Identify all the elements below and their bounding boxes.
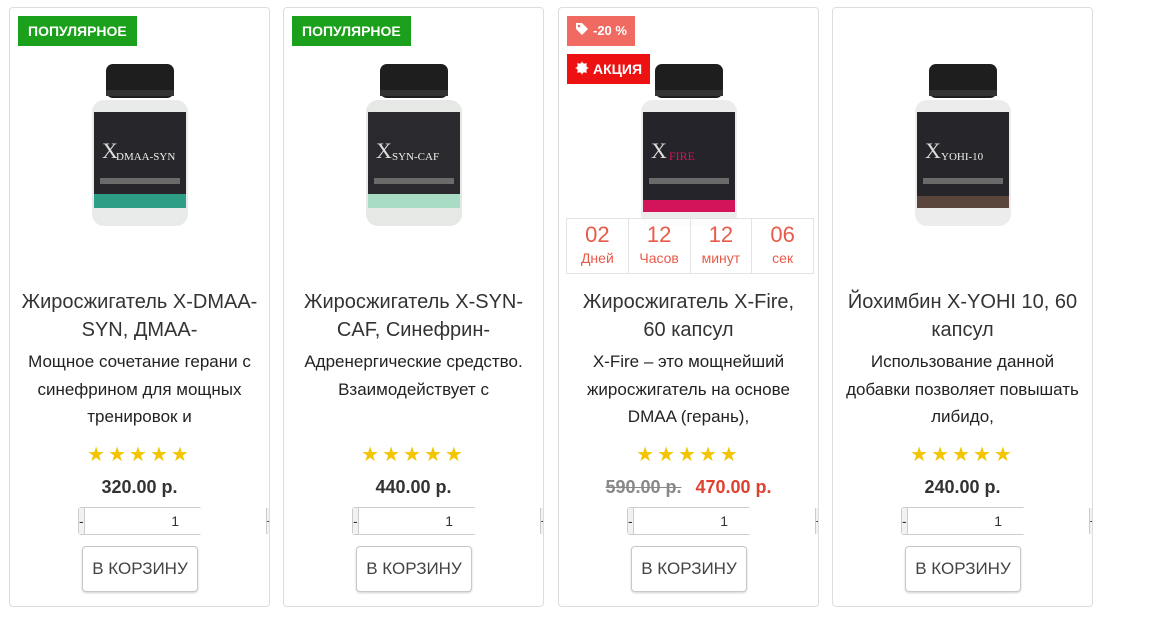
svg-text:X: X — [651, 138, 667, 163]
product-price: 240.00 р. — [833, 477, 1092, 498]
product-title[interactable]: Жиросжигатель X-DMAA-SYN, ДМАА- — [20, 288, 259, 344]
discount-badge: -20 % — [567, 16, 635, 46]
product-price: 590.00 р. 470.00 р. — [559, 477, 818, 498]
product-card[interactable]: -20 % АКЦИЯ X FIRE 02 Дней 12 Часов 12 м… — [558, 7, 819, 607]
jar-label: DMAA-SYN — [116, 151, 175, 163]
quantity-stepper: - + — [78, 507, 269, 535]
product-card[interactable]: X YOHI-10 Йохимбин X-YOHI 10, 60 капсул … — [832, 7, 1093, 607]
svg-text:X: X — [925, 138, 941, 163]
jar-label: YOHI-10 — [941, 151, 984, 163]
jar-label: FIRE — [669, 149, 695, 163]
rating-stars: ★★★★★ — [87, 444, 192, 466]
jar-image: X DMAA-SYN — [92, 64, 188, 226]
quantity-input[interactable] — [358, 508, 540, 534]
timer-label: минут — [701, 250, 741, 266]
rating-stars: ★★★★★ — [361, 444, 466, 466]
timer-seconds: 06 сек — [752, 219, 813, 273]
quantity-input[interactable] — [84, 508, 266, 534]
timer-label: Часов — [639, 250, 679, 266]
burst-icon — [575, 55, 589, 85]
timer-value: 06 — [770, 222, 795, 247]
timer-hours: 12 Часов — [629, 219, 691, 273]
product-title[interactable]: Жиросжигатель X-Fire, 60 капсул — [569, 288, 808, 344]
timer-label: сек — [772, 250, 794, 266]
quantity-increase-button[interactable]: + — [539, 508, 543, 534]
product-image[interactable]: X DMAA-SYN — [10, 60, 269, 240]
product-image[interactable]: X SYN-CAF — [284, 60, 543, 240]
price-value: 320.00 р. — [101, 477, 178, 497]
product-card[interactable]: ПОПУЛЯРНОЕ X SYN-CAF Жиросжигатель X-SYN… — [283, 7, 544, 607]
product-price: 440.00 р. — [284, 477, 543, 498]
svg-text:X: X — [376, 138, 392, 163]
timer-value: 12 — [708, 222, 734, 247]
jar-image: X SYN-CAF — [366, 64, 462, 226]
timer-days: 02 Дней — [567, 219, 629, 273]
quantity-increase-button[interactable]: + — [814, 508, 818, 534]
quantity-increase-button[interactable]: + — [265, 508, 269, 534]
popular-badge: ПОПУЛЯРНОЕ — [18, 16, 137, 46]
quantity-stepper: - + — [901, 507, 1092, 535]
jar-image: X YOHI-10 — [915, 64, 1011, 226]
old-price: 590.00 р. — [605, 477, 682, 497]
product-image[interactable]: X FIRE — [559, 60, 818, 240]
price-value: 440.00 р. — [375, 477, 452, 497]
product-price: 320.00 р. — [10, 477, 269, 498]
product-title[interactable]: Йохимбин X-YOHI 10, 60 капсул — [843, 288, 1082, 344]
popular-badge: ПОПУЛЯРНОЕ — [292, 16, 411, 46]
product-card[interactable]: ПОПУЛЯРНОЕ X DMAA-SYN Жиросжигатель X-DM… — [9, 7, 270, 607]
product-description: X-Fire – это мощнейший жиросжигатель на … — [587, 352, 790, 426]
jar-image: X FIRE — [641, 64, 737, 226]
timer-value: 02 — [585, 222, 610, 247]
quantity-stepper: - + — [352, 507, 543, 535]
sale-badge: АКЦИЯ — [567, 54, 651, 85]
timer-minutes: 12 минут — [691, 219, 753, 273]
countdown-timer: 02 Дней 12 Часов 12 минут 06 сек — [566, 218, 814, 274]
quantity-input[interactable] — [907, 508, 1089, 534]
product-description: Использование данной добавки позволяет п… — [846, 352, 1079, 426]
add-to-cart-button[interactable]: В КОРЗИНУ — [905, 546, 1021, 592]
product-description: Адренергические средство. Взаимодействуе… — [304, 352, 523, 399]
jar-label: SYN-CAF — [392, 151, 439, 163]
price-value: 240.00 р. — [924, 477, 1001, 497]
quantity-stepper: - + — [627, 507, 818, 535]
timer-label: Дней — [580, 250, 614, 266]
add-to-cart-button[interactable]: В КОРЗИНУ — [356, 546, 472, 592]
timer-value: 12 — [646, 222, 672, 247]
quantity-input[interactable] — [633, 508, 815, 534]
quantity-increase-button[interactable]: + — [1088, 508, 1092, 534]
sale-price: 470.00 р. — [695, 477, 772, 497]
rating-stars: ★★★★★ — [636, 444, 741, 466]
rating-stars: ★★★★★ — [910, 444, 1015, 466]
product-description: Мощное сочетание герани с синефрином для… — [28, 352, 251, 426]
tag-icon — [575, 17, 589, 47]
discount-value: -20 % — [593, 23, 627, 38]
product-image[interactable]: X YOHI-10 — [833, 60, 1092, 240]
sale-label: АКЦИЯ — [593, 61, 643, 77]
add-to-cart-button[interactable]: В КОРЗИНУ — [631, 546, 747, 592]
product-grid: ПОПУЛЯРНОЕ X DMAA-SYN Жиросжигатель X-DM… — [0, 0, 1153, 619]
add-to-cart-button[interactable]: В КОРЗИНУ — [82, 546, 198, 592]
product-title[interactable]: Жиросжигатель X-SYN-CAF, Синефрин- — [294, 288, 533, 344]
